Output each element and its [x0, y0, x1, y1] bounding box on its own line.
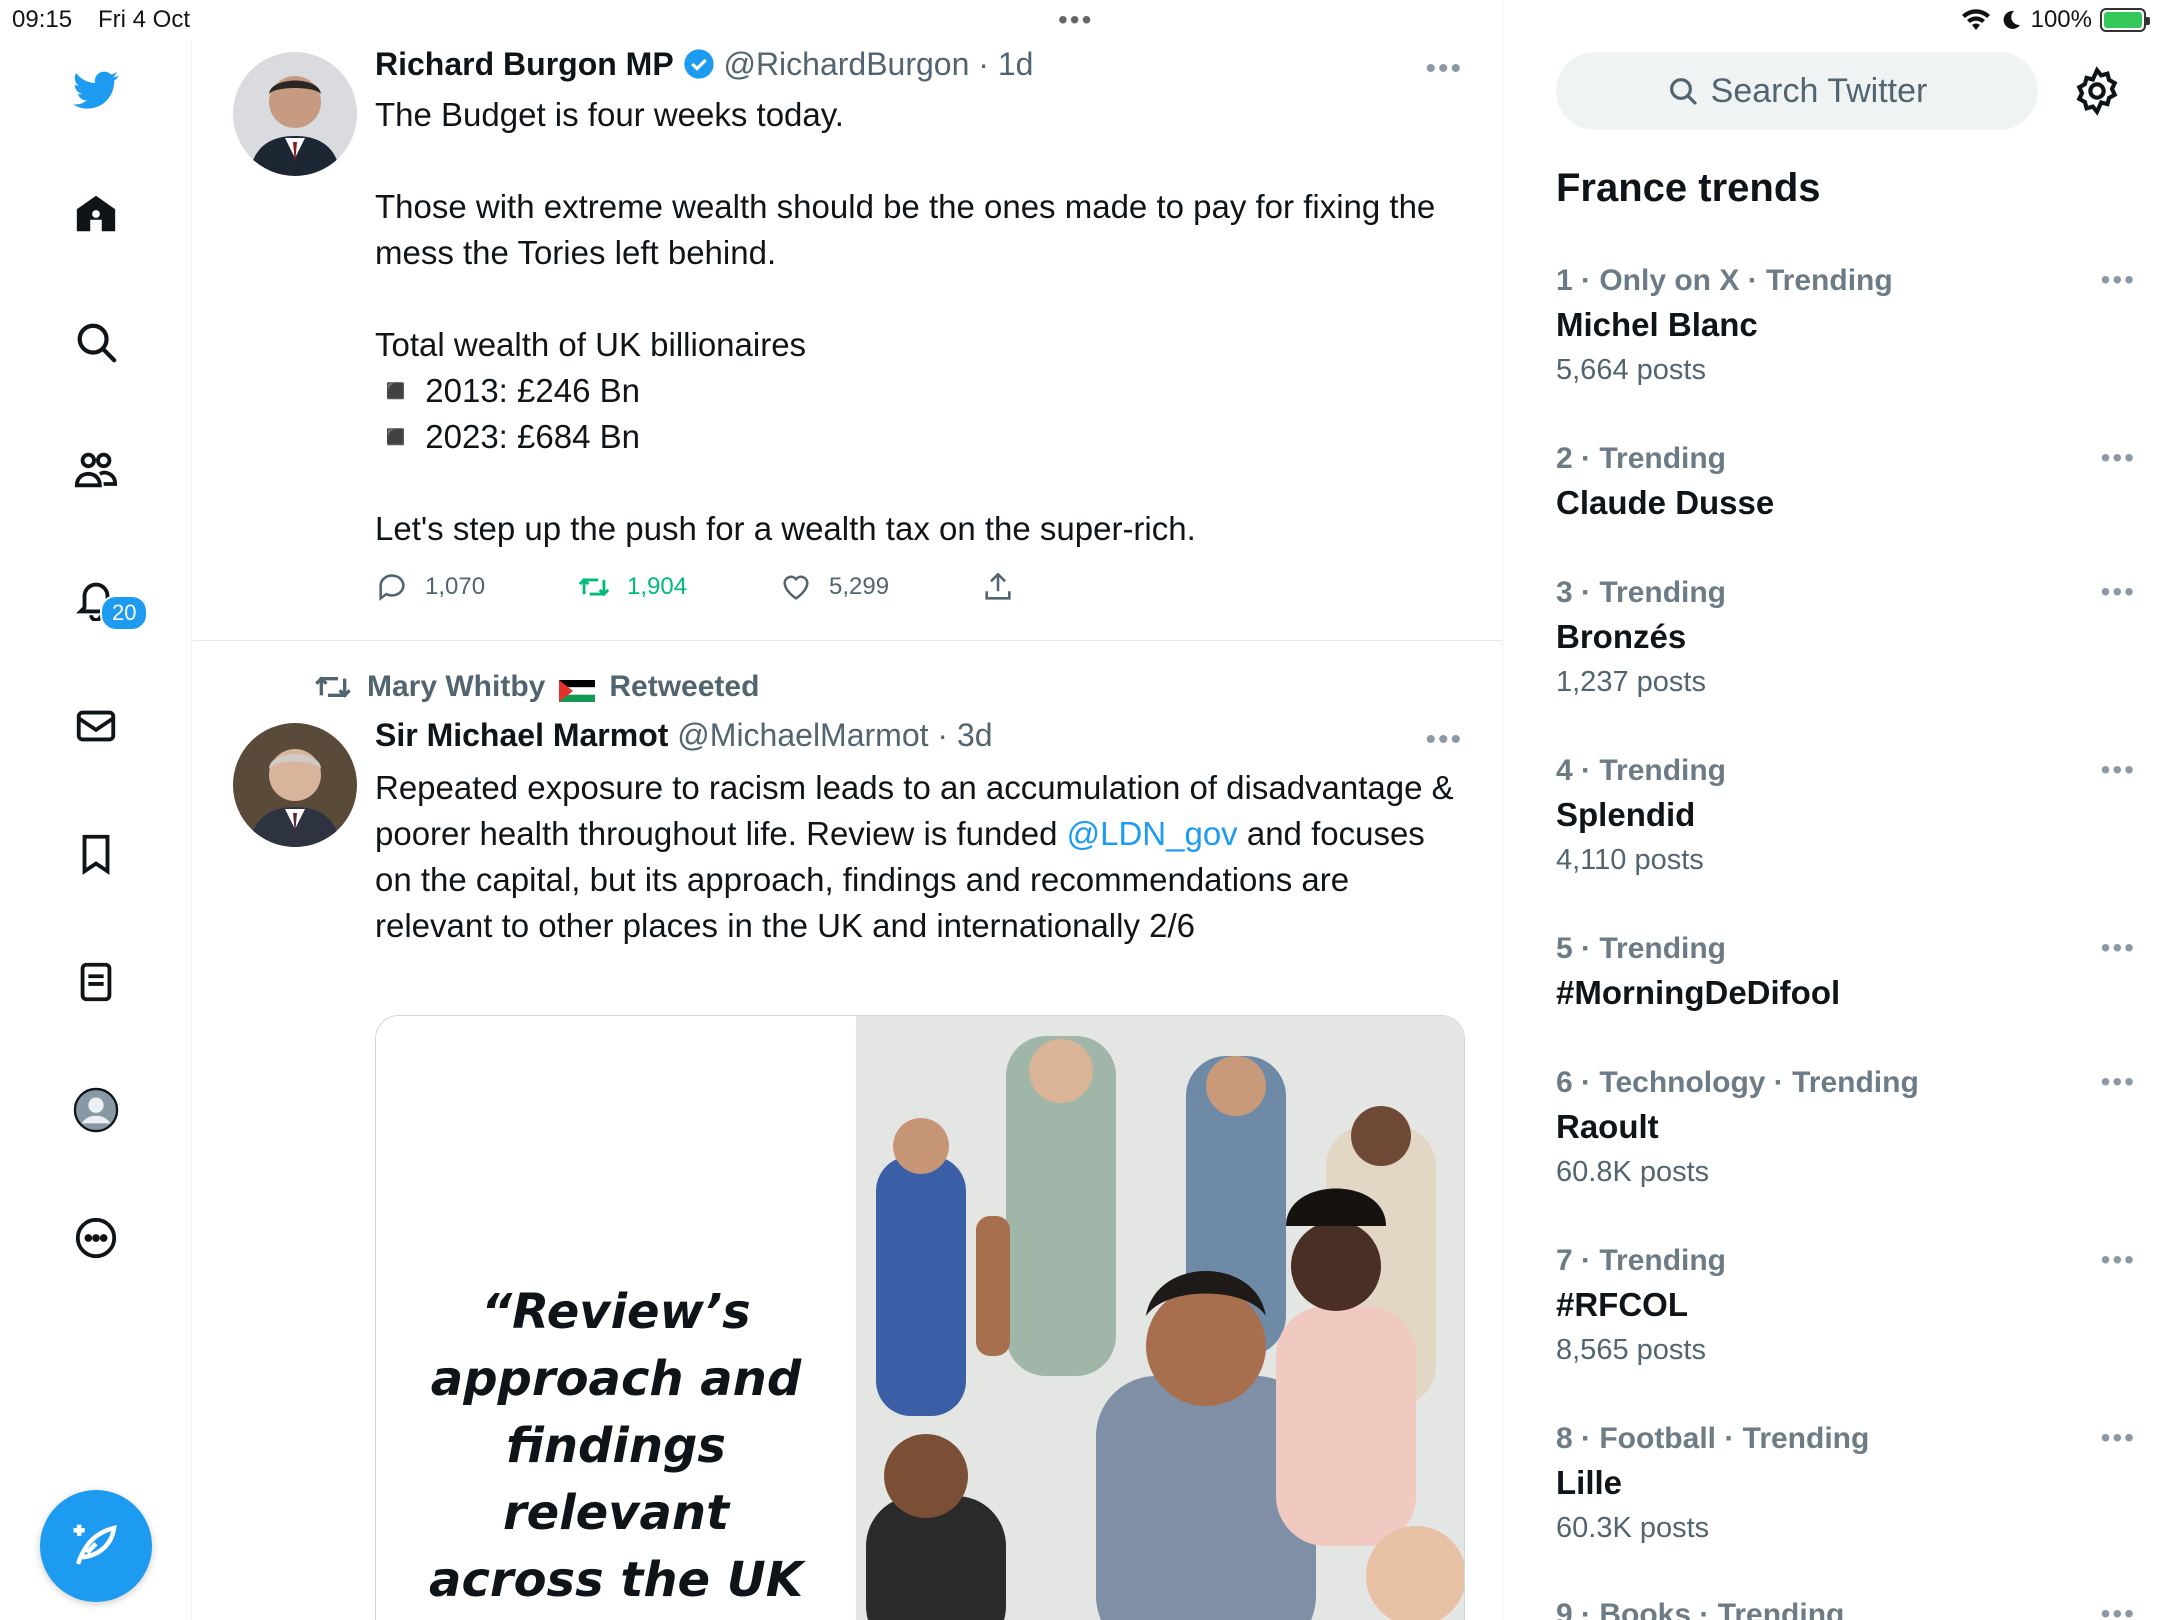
trend-posts: 8,565 posts [1556, 1334, 1706, 1366]
trend-more-options-icon[interactable]: ••• [2101, 1244, 2136, 1276]
trend-more-options-icon[interactable]: ••• [2101, 1422, 2136, 1454]
status-time: 09:15 [12, 6, 73, 33]
tweet-more-options-icon[interactable]: ••• [1425, 52, 1463, 86]
retweet-icon [315, 676, 351, 698]
trend-name: Michel Blanc [1556, 306, 1758, 343]
retweeter-name[interactable]: Mary Whitby [367, 670, 545, 704]
compose-feather-icon [73, 1524, 117, 1565]
trend-name: Claude Dusse [1556, 484, 1775, 521]
trend-more-options-icon[interactable]: ••• [2101, 442, 2136, 474]
author-handle[interactable]: @RichardBurgon [723, 46, 969, 82]
retweeted-label: Retweeted [609, 670, 760, 703]
trend-posts: 5,664 posts [1556, 354, 1706, 386]
retweet-icon [578, 577, 610, 597]
mention-link[interactable]: @LDN_gov [1067, 815, 1238, 852]
like-count: 5,299 [829, 573, 890, 600]
search-icon [1669, 78, 1697, 105]
author-name[interactable]: Richard Burgon MP [375, 46, 674, 82]
trend-meta: 5 · Trending [1556, 932, 1727, 965]
tweet-time[interactable]: 1d [998, 46, 1034, 82]
trend-more-options-icon[interactable]: ••• [2101, 754, 2136, 786]
trend-more-options-icon[interactable]: ••• [2101, 1598, 2136, 1620]
trend-meta: 6 · Technology · Trending [1556, 1066, 1919, 1099]
tweet-text: The Budget is four weeks today. Those wi… [375, 96, 1436, 547]
trend-posts: 60.3K posts [1556, 1512, 1710, 1544]
like-button[interactable]: 5,299 [779, 570, 981, 604]
author-name[interactable]: Sir Michael Marmot [375, 717, 668, 753]
tweet-media-image[interactable]: “Review’s approach and findings relevant… [375, 1015, 1465, 1620]
tweet-more-options-icon[interactable]: ••• [1425, 723, 1463, 757]
trend-item[interactable]: 8 · Football · Trending Lille 60.3K post… [1556, 1422, 2134, 1545]
trend-name: Splendid [1556, 796, 1696, 833]
lists-icon[interactable] [66, 952, 126, 1012]
bookmarks-icon[interactable] [66, 824, 126, 884]
media-quote-text: “Review’s approach and findings relevant… [429, 1284, 803, 1620]
heart-icon [783, 575, 809, 600]
search-placeholder: Search Twitter [1710, 71, 1928, 110]
home-icon[interactable] [66, 184, 126, 244]
trend-item[interactable]: 3 · Trending Bronzés 1,237 posts ••• [1556, 576, 2134, 699]
trend-item[interactable]: 2 · Trending Claude Dusse ••• [1556, 442, 2134, 522]
trend-more-options-icon[interactable]: ••• [2101, 576, 2136, 608]
trend-more-options-icon[interactable]: ••• [2101, 1066, 2136, 1098]
trend-posts: 4,110 posts [1556, 844, 1704, 876]
profile-icon[interactable] [66, 1080, 126, 1140]
tweet-time[interactable]: 3d [957, 717, 993, 753]
share-button[interactable] [981, 570, 1183, 604]
trend-meta: 8 · Football · Trending [1556, 1422, 1870, 1455]
trend-name: Lille [1556, 1464, 1623, 1501]
trend-item[interactable]: 5 · Trending #MorningDeDifool ••• [1556, 932, 2134, 1012]
tweet-divider [193, 640, 1502, 641]
trend-meta: 7 · Trending [1556, 1244, 1727, 1277]
compose-tweet-button[interactable] [40, 1490, 152, 1602]
trend-posts: 1,237 posts [1556, 666, 1706, 698]
settings-gear-icon[interactable] [2072, 66, 2122, 116]
avatar[interactable] [233, 723, 357, 847]
palestine-flag-icon [559, 676, 596, 702]
side-nav: 20 [0, 40, 192, 1620]
more-options-icon[interactable] [66, 1208, 126, 1268]
retweeted-by-line: Mary Whitby Retweeted [313, 667, 759, 707]
notifications-badge: 20 [100, 595, 149, 631]
search-icon[interactable] [66, 312, 126, 372]
trend-meta: 1 · Only on X · Trending [1556, 264, 1893, 297]
trend-name: #RFCOL [1556, 1286, 1688, 1323]
trend-meta: 2 · Trending [1556, 442, 1727, 475]
reply-count: 1,070 [425, 573, 486, 600]
trend-item[interactable]: 6 · Technology · Trending Raoult 60.8K p… [1556, 1066, 2134, 1189]
classroom-photo [856, 1016, 1464, 1620]
share-icon [985, 572, 1011, 600]
retweet-button[interactable]: 1,904 [577, 570, 779, 604]
trend-more-options-icon[interactable]: ••• [2101, 932, 2136, 964]
trend-item[interactable]: 7 · Trending #RFCOL 8,565 posts ••• [1556, 1244, 2134, 1367]
tweet-text: Repeated exposure to racism leads to an … [375, 769, 1454, 944]
status-date: Fri 4 Oct [98, 6, 191, 33]
verified-badge-icon [683, 49, 714, 79]
trend-item[interactable]: 4 · Trending Splendid 4,110 posts ••• [1556, 754, 2134, 877]
reply-button[interactable]: 1,070 [375, 570, 577, 604]
trend-item[interactable]: 1 · Only on X · Trending Michel Blanc 5,… [1556, 264, 2134, 387]
trend-posts: 60.8K posts [1556, 1156, 1710, 1188]
search-input[interactable]: Search Twitter [1556, 52, 2038, 130]
trend-name: Raoult [1556, 1108, 1659, 1145]
trend-item[interactable]: 9 · Books · Trending ••• [1556, 1598, 2134, 1620]
avatar[interactable] [233, 52, 357, 176]
author-handle[interactable]: @MichaelMarmot [677, 717, 928, 753]
trend-name: Bronzés [1556, 618, 1687, 655]
right-sidebar: Search Twitter France trends 1 · Only on… [1504, 0, 2160, 1620]
twitter-logo-icon[interactable] [66, 60, 126, 120]
messages-icon[interactable] [66, 696, 126, 756]
reply-icon [379, 574, 405, 601]
retweet-count: 1,904 [627, 573, 688, 600]
trend-name: #MorningDeDifool [1556, 974, 1841, 1011]
trend-meta: 9 · Books · Trending [1556, 1598, 1845, 1620]
trends-title: France trends [1556, 166, 1821, 210]
trend-meta: 4 · Trending [1556, 754, 1727, 787]
timeline-feed[interactable]: Richard Burgon MP @RichardBurgon · 1d ••… [193, 0, 1503, 1620]
communities-icon[interactable] [66, 440, 126, 500]
trend-more-options-icon[interactable]: ••• [2101, 264, 2136, 296]
trend-meta: 3 · Trending [1556, 576, 1727, 609]
